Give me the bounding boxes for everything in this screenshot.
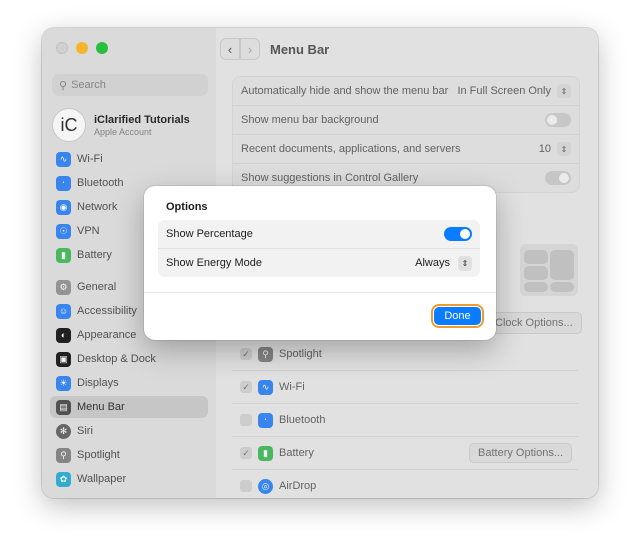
divider	[144, 292, 496, 293]
dialog-title: Options	[166, 201, 208, 213]
done-button[interactable]: Done	[434, 307, 481, 325]
energy-mode-popup[interactable]: Always ⇕	[415, 255, 472, 271]
done-focus-ring: Done	[431, 304, 484, 328]
show-percentage-toggle[interactable]	[444, 227, 472, 241]
updown-icon: ⇕	[458, 255, 472, 271]
show-percentage-label: Show Percentage	[166, 228, 253, 240]
energy-mode-value: Always	[415, 257, 450, 269]
energy-mode-row: Show Energy Mode Always ⇕	[158, 249, 480, 277]
show-percentage-row: Show Percentage	[158, 220, 480, 249]
dialog-options-group: Show Percentage Show Energy Mode Always …	[158, 220, 480, 277]
options-dialog: Options Show Percentage Show Energy Mode…	[144, 186, 496, 340]
energy-mode-label: Show Energy Mode	[166, 257, 262, 269]
